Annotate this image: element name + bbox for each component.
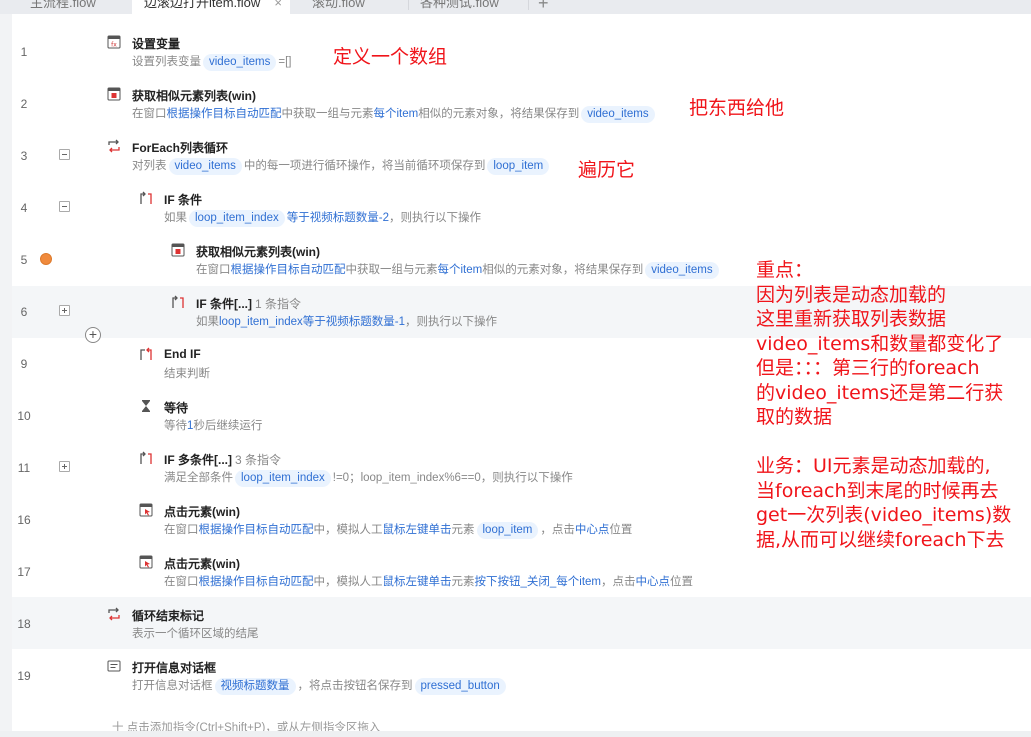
variable-chip[interactable]: loop_item_index bbox=[189, 210, 285, 227]
tab-scroll-open-item-flow[interactable]: 边滚边打开item.flow × bbox=[132, 0, 290, 14]
end-if-icon bbox=[140, 347, 152, 360]
step-desc: 在窗口根据操作目标自动匹配中获取一组与元素每个item相似的元素对象，将结果保存… bbox=[196, 261, 721, 279]
step-title[interactable]: IF 条件 bbox=[164, 191, 202, 208]
variable-chip[interactable]: pressed_button bbox=[414, 678, 506, 695]
line-number: 18 bbox=[17, 617, 31, 631]
variable-chip[interactable]: loop_item bbox=[476, 522, 539, 539]
add-tab-button[interactable]: + bbox=[538, 0, 549, 14]
line-number: 5 bbox=[20, 253, 28, 267]
step-desc: 如果loop_item_index等于视频标题数量-1，则执行以下操作 bbox=[196, 316, 497, 328]
line-number: 1 bbox=[20, 45, 28, 59]
step-desc: 在窗口根据操作目标自动匹配中获取一组与元素每个item相似的元素对象，将结果保存… bbox=[132, 105, 657, 123]
tab-tests-flow[interactable]: 各种测试.flow bbox=[408, 0, 528, 14]
hourglass-icon bbox=[142, 400, 150, 412]
step-title[interactable]: 打开信息对话框 bbox=[132, 659, 216, 676]
breakpoint-dot[interactable] bbox=[40, 253, 52, 265]
variable-chip[interactable]: video_items bbox=[645, 262, 719, 279]
step-desc: 表示一个循环区域的结尾 bbox=[132, 628, 259, 640]
line-number: 2 bbox=[20, 97, 28, 111]
tab-main-flow[interactable]: 主流程.flow bbox=[0, 0, 128, 14]
step-title[interactable]: 循环结束标记 bbox=[132, 607, 204, 624]
annotation-iterate: 遍历它 bbox=[578, 159, 636, 181]
line-number: 3 bbox=[20, 149, 28, 163]
step-desc: 等待1秒后继续运行 bbox=[164, 420, 263, 432]
variable-icon: fx bbox=[107, 35, 121, 49]
step-desc: 在窗口根据操作目标自动匹配中，模拟人工鼠标左键单击元素按下按钮_关闭_每个ite… bbox=[164, 576, 694, 588]
step-desc: 对列表 video_items 中的每一项进行循环操作，将当前循环项保存到 loop_… bbox=[132, 157, 551, 175]
element-list-icon bbox=[107, 87, 121, 101]
dialog-icon bbox=[107, 660, 121, 672]
step-desc: 打开信息对话框 视频标题数量 ，将点击按钮名保存到 pressed_button bbox=[132, 677, 508, 695]
step-title[interactable]: ForEach列表循环 bbox=[132, 139, 228, 156]
expand-toggle[interactable] bbox=[59, 461, 70, 472]
annotation-give-it: 把东西给他 bbox=[689, 97, 785, 119]
tab-divider bbox=[528, 0, 529, 10]
step-desc: 设置列表变量 video_items =[] bbox=[132, 53, 291, 71]
step-desc: 满足全部条件 loop_item_index !=0；loop_item_index… bbox=[164, 469, 573, 487]
bottom-scrollbar[interactable] bbox=[0, 731, 1031, 737]
line-number: 4 bbox=[20, 201, 28, 215]
step-title[interactable]: 点击元素(win) bbox=[164, 503, 240, 520]
line-number: 16 bbox=[17, 513, 31, 527]
variable-chip[interactable]: video_items bbox=[581, 106, 655, 123]
svg-text:fx: fx bbox=[111, 42, 117, 49]
variable-chip[interactable]: 视频标题数量 bbox=[214, 678, 296, 695]
variable-chip[interactable]: video_items bbox=[203, 54, 277, 71]
annotation-define-array: 定义一个数组 bbox=[333, 46, 448, 68]
expand-toggle[interactable] bbox=[59, 305, 70, 316]
step-title[interactable]: 获取相似元素列表(win) bbox=[196, 243, 320, 260]
step-title[interactable]: IF 条件[...] 1 条指令 bbox=[196, 295, 301, 312]
click-icon bbox=[139, 503, 153, 517]
line-number: 10 bbox=[17, 409, 31, 423]
collapsed-count: 1 条指令 bbox=[255, 297, 302, 311]
step-title[interactable]: 点击元素(win) bbox=[164, 555, 240, 572]
if-icon bbox=[140, 191, 152, 204]
click-icon bbox=[139, 555, 153, 569]
if-icon bbox=[172, 295, 184, 308]
collapse-toggle[interactable] bbox=[59, 201, 70, 212]
left-panel-edge bbox=[0, 14, 12, 737]
variable-chip[interactable]: loop_item bbox=[487, 158, 550, 175]
collapsed-count: 3 条指令 bbox=[235, 453, 282, 467]
step-desc: 在窗口根据操作目标自动匹配中，模拟人工鼠标左键单击元素 loop_item ，点击中… bbox=[164, 521, 632, 539]
variable-chip[interactable]: loop_item_index bbox=[235, 470, 331, 487]
step-title[interactable]: 设置变量 bbox=[132, 35, 180, 52]
line-number: 9 bbox=[20, 357, 28, 371]
if-icon bbox=[140, 451, 152, 464]
variable-chip[interactable]: video_items bbox=[168, 158, 242, 175]
line-number: 11 bbox=[17, 461, 31, 475]
insert-step-button[interactable]: + bbox=[85, 327, 101, 343]
step-title[interactable]: 获取相似元素列表(win) bbox=[132, 87, 256, 104]
collapse-toggle[interactable] bbox=[59, 149, 70, 160]
line-number: 19 bbox=[17, 669, 31, 683]
loop-end-icon bbox=[108, 607, 120, 621]
tab-bar: 主流程.flow 边滚边打开item.flow × 滚动.flow 各种测试.fl… bbox=[0, 0, 1031, 14]
close-icon[interactable]: × bbox=[274, 0, 282, 14]
loop-icon bbox=[108, 139, 120, 153]
line-number: 6 bbox=[20, 305, 28, 319]
tab-scroll-flow[interactable]: 滚动.flow bbox=[290, 0, 408, 14]
step-title[interactable]: End IF bbox=[164, 347, 201, 361]
step-desc: 结束判断 bbox=[164, 368, 210, 380]
line-number: 17 bbox=[17, 565, 31, 579]
step-title[interactable]: IF 多条件[...] 3 条指令 bbox=[164, 451, 281, 468]
step-title[interactable]: 等待 bbox=[164, 399, 188, 416]
annotation-explanation: 重点： 因为列表是动态加载的 这里重新获取列表数据 video_items和数量… bbox=[756, 259, 1012, 551]
element-list-icon bbox=[171, 243, 185, 257]
step-desc: 如果 loop_item_index 等于视频标题数量-2，则执行以下操作 bbox=[164, 209, 481, 227]
